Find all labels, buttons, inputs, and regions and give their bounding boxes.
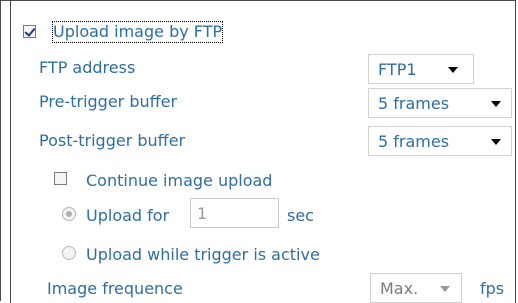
- dropdown-arrow-icon: [448, 67, 458, 73]
- fps-label: fps: [480, 279, 505, 298]
- upload-ftp-checkbox[interactable]: [23, 25, 36, 38]
- pre-trigger-value: 5 frames: [378, 94, 450, 113]
- post-trigger-select[interactable]: 5 frames: [368, 126, 512, 156]
- dropdown-arrow-icon: [491, 101, 501, 107]
- dropdown-arrow-icon: [440, 286, 450, 292]
- sec-label: sec: [287, 206, 314, 225]
- upload-for-value: 1: [197, 204, 208, 223]
- panel-left-border: [10, 0, 11, 303]
- ftp-address-value: FTP1: [378, 60, 417, 79]
- upload-ftp-label[interactable]: Upload image by FTP: [51, 21, 224, 43]
- panel-right-border: [515, 0, 516, 303]
- upload-for-radio[interactable]: [62, 207, 76, 221]
- upload-while-active-radio[interactable]: [62, 246, 76, 260]
- upload-for-label: Upload for: [86, 206, 170, 225]
- image-frequence-value: Max.: [380, 279, 419, 298]
- dropdown-arrow-icon: [491, 139, 501, 145]
- continue-upload-label: Continue image upload: [86, 171, 273, 190]
- upload-for-input[interactable]: 1: [190, 198, 279, 228]
- post-trigger-label: Post-trigger buffer: [39, 131, 186, 150]
- image-frequence-label: Image frequence: [47, 279, 183, 298]
- image-frequence-select[interactable]: Max.: [370, 273, 462, 303]
- continue-upload-checkbox[interactable]: [54, 172, 67, 185]
- ftp-address-label: FTP address: [39, 58, 136, 77]
- upload-while-active-label: Upload while trigger is active: [86, 245, 320, 264]
- pre-trigger-select[interactable]: 5 frames: [368, 88, 512, 118]
- post-trigger-value: 5 frames: [378, 132, 450, 151]
- pre-trigger-label: Pre-trigger buffer: [39, 92, 178, 111]
- ftp-address-select[interactable]: FTP1: [368, 54, 474, 84]
